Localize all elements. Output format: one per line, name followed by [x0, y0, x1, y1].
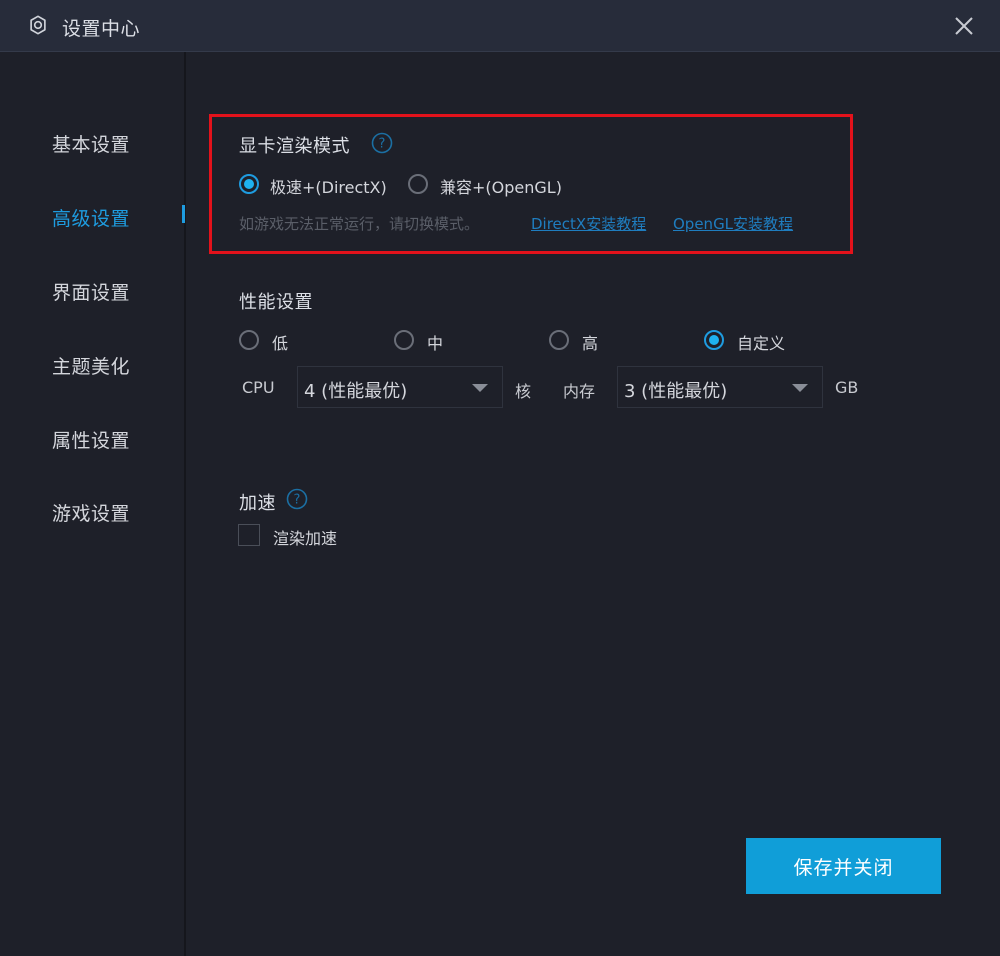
radio-high[interactable] [549, 330, 569, 350]
radio-directx-label[interactable]: 极速+(DirectX) [270, 174, 387, 198]
radio-custom-label[interactable]: 自定义 [737, 330, 785, 354]
render-mode-hint: 如游戏无法正常运行，请切换模式。 [239, 215, 480, 233]
save-and-close-button[interactable]: 保存并关闭 [746, 838, 941, 894]
directx-tutorial-link[interactable]: DirectX安装教程 [531, 213, 646, 234]
chevron-down-icon [792, 384, 808, 392]
cpu-label: CPU [242, 378, 275, 397]
gear-icon [30, 15, 46, 35]
window-title: 设置中心 [62, 18, 141, 40]
help-icon[interactable]: ? [286, 488, 308, 510]
sidebar-item-theme[interactable]: 主题美化 [52, 352, 130, 379]
sidebar-item-advanced[interactable]: 高级设置 [52, 204, 130, 231]
performance-title: 性能设置 [239, 292, 313, 313]
title-bar: 设置中心 [0, 0, 1000, 52]
cpu-select-value: 4 (性能最优) [304, 381, 408, 402]
opengl-tutorial-link[interactable]: OpenGL安装教程 [673, 213, 793, 234]
radio-medium-label[interactable]: 中 [427, 330, 443, 354]
radio-directx[interactable] [239, 174, 259, 194]
radio-medium[interactable] [394, 330, 414, 350]
sidebar-item-basic[interactable]: 基本设置 [52, 130, 130, 157]
render-mode-title: 显卡渲染模式 [239, 136, 350, 157]
memory-unit: GB [835, 378, 859, 397]
cpu-select[interactable]: 4 (性能最优) [297, 366, 503, 408]
sidebar-item-interface[interactable]: 界面设置 [52, 278, 130, 305]
sidebar-item-game[interactable]: 游戏设置 [52, 499, 130, 526]
svg-text:?: ? [379, 137, 386, 152]
memory-label: 内存 [563, 382, 596, 401]
radio-high-label[interactable]: 高 [582, 330, 598, 354]
render-acceleration-label[interactable]: 渲染加速 [273, 525, 337, 549]
acceleration-title: 加速 [239, 493, 276, 514]
radio-low-label[interactable]: 低 [272, 330, 288, 354]
cpu-unit: 核 [515, 382, 532, 401]
help-icon[interactable]: ? [371, 132, 393, 154]
sidebar-item-properties[interactable]: 属性设置 [52, 426, 130, 453]
render-acceleration-checkbox[interactable] [238, 524, 260, 546]
radio-custom[interactable] [704, 330, 724, 350]
chevron-down-icon [472, 384, 488, 392]
memory-select-value: 3 (性能最优) [624, 381, 728, 402]
radio-opengl-label[interactable]: 兼容+(OpenGL) [440, 174, 562, 198]
svg-text:?: ? [294, 493, 301, 508]
memory-select[interactable]: 3 (性能最优) [617, 366, 823, 408]
radio-low[interactable] [239, 330, 259, 350]
radio-opengl[interactable] [408, 174, 428, 194]
active-indicator [182, 205, 185, 223]
close-icon[interactable] [950, 12, 978, 40]
